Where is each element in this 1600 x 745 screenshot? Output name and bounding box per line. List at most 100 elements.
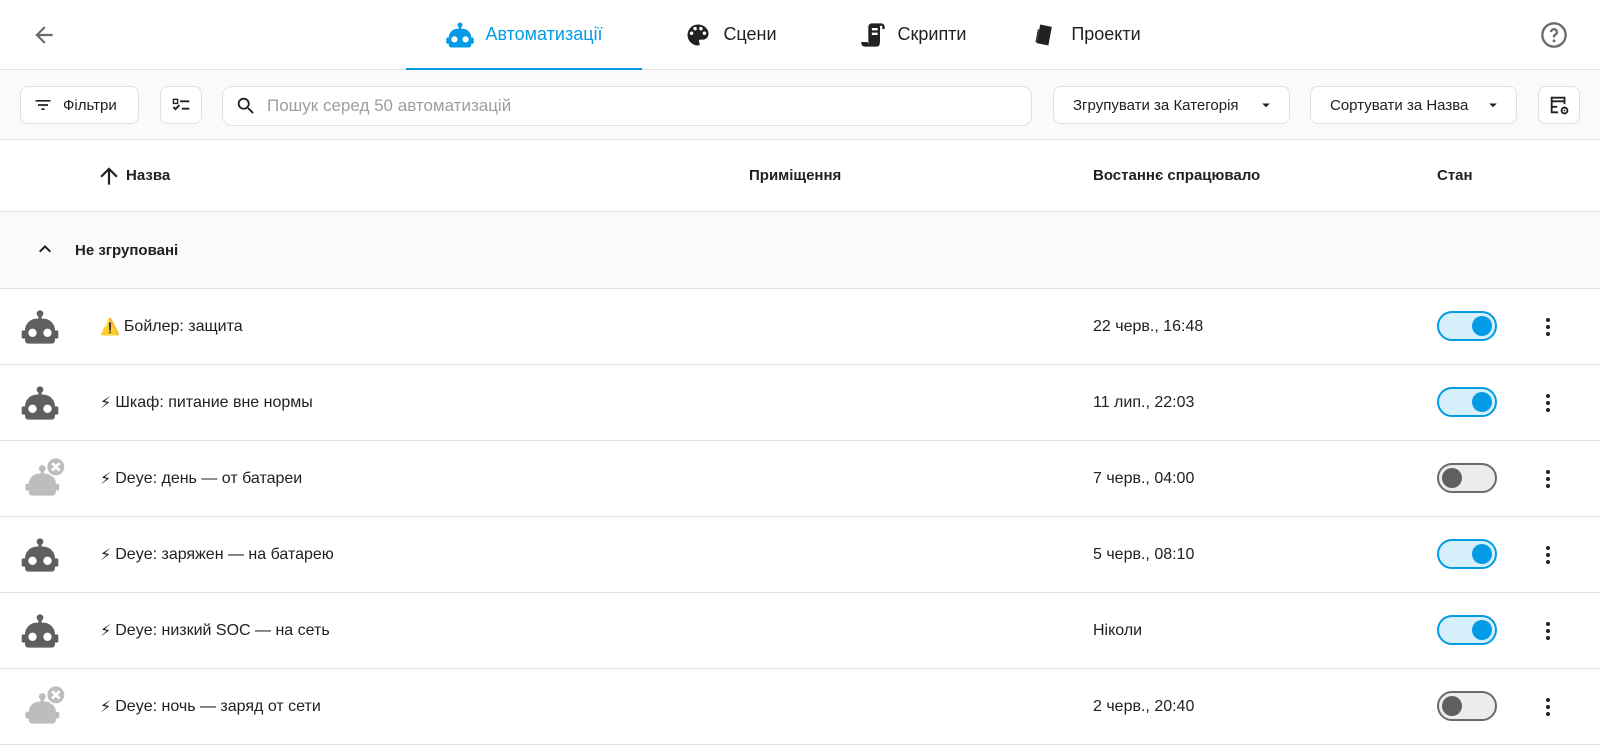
tab-scenes[interactable]: Сцени — [642, 0, 818, 69]
row-menu-button[interactable] — [1530, 537, 1566, 573]
table-row[interactable]: ⚡ Шкаф: питание вне нормы 11 лип., 22:03 — [0, 365, 1600, 441]
column-header-name[interactable]: Назва — [96, 140, 170, 211]
table-row[interactable]: ⚡ Deye: день — от батареи 7 черв., 04:00 — [0, 441, 1600, 517]
enable-toggle[interactable] — [1437, 387, 1497, 417]
column-name-label: Назва — [126, 167, 171, 184]
automation-emoji: ⚡ — [100, 698, 112, 716]
toggle-knob — [1472, 620, 1492, 640]
blueprint-icon — [1031, 20, 1061, 50]
row-menu-button[interactable] — [1530, 385, 1566, 421]
automation-name: ⚡ Шкаф: питание вне нормы — [100, 365, 313, 440]
selection-mode-button[interactable] — [160, 86, 202, 124]
search-icon — [237, 97, 254, 114]
automation-name-text: Deye: низкий SOC — на сеть — [115, 621, 330, 639]
sort-by-label: Сортувати за Назва — [1330, 96, 1469, 114]
help-circle-icon — [1541, 22, 1567, 48]
robot-icon — [20, 611, 60, 651]
tab-scripts[interactable]: Скрипти — [818, 0, 1006, 69]
toggle-knob — [1472, 544, 1492, 564]
enable-toggle[interactable] — [1437, 311, 1497, 341]
last-triggered: 7 черв., 04:00 — [1093, 469, 1195, 487]
table-row[interactable]: ⚠️ Бойлер: защита 22 черв., 16:48 — [0, 289, 1600, 365]
arrow-left-icon — [35, 26, 53, 44]
table-row[interactable]: ⚡ Deye: заряжен — на батарею 5 черв., 08:1… — [0, 517, 1600, 593]
dots-vertical-icon — [1546, 318, 1550, 336]
automation-emoji: ⚡ — [100, 622, 112, 640]
automation-name: ⚡ Deye: заряжен — на батарею — [100, 517, 334, 592]
tab-blueprints[interactable]: Проекти — [1006, 0, 1166, 69]
automation-name: ⚡ Deye: низкий SOC — на сеть — [100, 593, 330, 668]
table-row[interactable]: ⚡ Deye: низкий SOC — на сеть Ніколи — [0, 593, 1600, 669]
table-settings-button[interactable] — [1538, 86, 1580, 124]
automation-name: ⚡ Deye: день — от батареи — [100, 441, 302, 516]
toggle-knob — [1442, 468, 1462, 488]
tab-label: Скрипти — [897, 24, 967, 44]
toggle-knob — [1442, 696, 1462, 716]
dots-vertical-icon — [1546, 698, 1550, 716]
last-triggered: 2 черв., 20:40 — [1093, 697, 1195, 715]
group-by-dropdown[interactable]: Згрупувати за Категорія — [1053, 86, 1290, 124]
robot-icon — [445, 20, 475, 50]
last-triggered: 5 черв., 08:10 — [1093, 545, 1195, 563]
group-header[interactable]: Не згруповані — [0, 212, 1600, 289]
row-menu-button[interactable] — [1530, 689, 1566, 725]
filters-button[interactable]: Фільтри — [20, 86, 139, 124]
toolbar: Фільтри Згрупувати за Категорія Сортуват… — [0, 70, 1600, 140]
tab-automations[interactable]: Автоматизації — [406, 0, 642, 70]
column-header-last-triggered[interactable]: Востаннє спрацювало — [1093, 140, 1260, 211]
script-icon — [858, 20, 888, 50]
chevron-up-icon — [39, 245, 51, 253]
dots-vertical-icon — [1546, 622, 1550, 640]
automation-emoji: ⚡ — [100, 394, 112, 412]
dots-vertical-icon — [1546, 470, 1550, 488]
search-bar — [222, 86, 1032, 126]
automation-emoji: ⚡ — [100, 470, 112, 488]
robot-off-icon — [22, 683, 66, 724]
automation-emoji: ⚠️ — [100, 318, 120, 336]
robot-icon — [20, 535, 60, 575]
table-cog-icon — [1550, 96, 1569, 115]
column-header-area[interactable]: Приміщення — [749, 140, 841, 211]
enable-toggle[interactable] — [1437, 691, 1497, 721]
help-button[interactable] — [1536, 17, 1572, 53]
automation-name-text: Бойлер: защита — [123, 317, 243, 335]
group-label: Не згруповані — [75, 241, 179, 259]
enable-toggle[interactable] — [1437, 463, 1497, 493]
palette-icon — [683, 20, 713, 50]
row-menu-button[interactable] — [1530, 461, 1566, 497]
automation-name: ⚡ Deye: ночь — заряд от сети — [100, 669, 321, 744]
tab-bar: Автоматизації Сцени Скрипти Проекти — [406, 0, 1166, 70]
automation-name: ⚠️ Бойлер: защита — [100, 289, 243, 364]
automation-name-text: Deye: ночь — заряд от сети — [115, 697, 321, 715]
column-area-label: Приміщення — [749, 167, 842, 184]
filters-label: Фільтри — [63, 96, 117, 114]
toggle-knob — [1472, 392, 1492, 412]
enable-toggle[interactable] — [1437, 615, 1497, 645]
row-menu-button[interactable] — [1530, 613, 1566, 649]
sort-by-dropdown[interactable]: Сортувати за Назва — [1310, 86, 1517, 124]
tab-label: Автоматизації — [485, 24, 603, 44]
tab-label: Проекти — [1071, 24, 1141, 44]
dots-vertical-icon — [1546, 394, 1550, 412]
last-triggered: 11 лип., 22:03 — [1093, 393, 1195, 411]
checklist-icon — [172, 98, 190, 111]
automation-name-text: Deye: день — от батареи — [115, 469, 303, 487]
tab-label: Сцени — [723, 24, 777, 44]
robot-icon — [20, 307, 60, 347]
robot-off-icon — [22, 455, 66, 496]
row-menu-button[interactable] — [1530, 309, 1566, 345]
search-input[interactable] — [265, 95, 1009, 117]
dots-vertical-icon — [1546, 546, 1550, 564]
group-by-label: Згрупувати за Категорія — [1073, 96, 1239, 114]
last-triggered: 22 черв., 16:48 — [1093, 317, 1204, 335]
robot-icon — [20, 383, 60, 423]
last-triggered: Ніколи — [1093, 621, 1143, 639]
column-header-state[interactable]: Стан — [1437, 140, 1473, 211]
back-button[interactable] — [26, 17, 62, 53]
automation-name-text: Шкаф: питание вне нормы — [115, 393, 313, 411]
caret-down-icon — [1262, 103, 1270, 108]
table-row[interactable]: ⚡ Deye: ночь — заряд от сети 2 черв., 20:4… — [0, 669, 1600, 745]
enable-toggle[interactable] — [1437, 539, 1497, 569]
arrow-up-icon — [100, 166, 118, 185]
toggle-knob — [1472, 316, 1492, 336]
